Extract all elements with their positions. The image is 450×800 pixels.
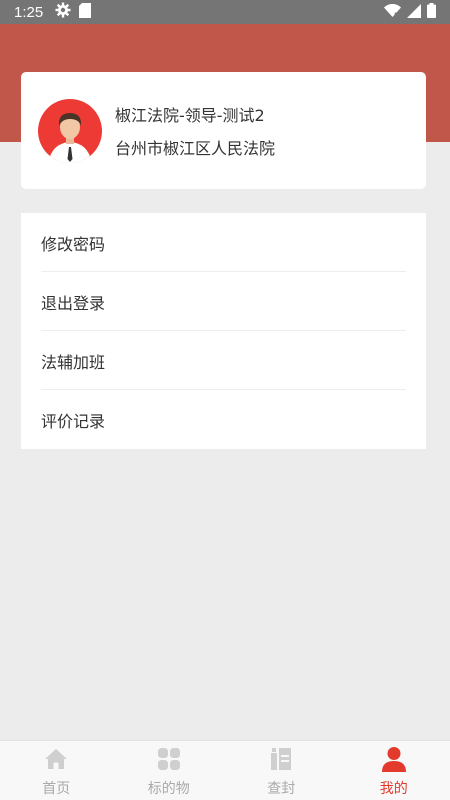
status-bar: 1:25 [0,0,450,24]
seal-icon [268,746,294,772]
profile-organization: 台州市椒江区人民法院 [115,139,276,158]
avatar [38,98,102,163]
person-avatar-icon [48,112,92,163]
gear-icon [55,2,71,22]
home-icon [43,746,69,772]
nav-label-home: 首页 [42,781,71,797]
nav-item-mine[interactable]: 我的 [338,741,450,800]
menu-item-evaluation-records[interactable]: 评价记录 [21,390,426,449]
nav-label-subject: 标的物 [147,781,190,797]
person-icon [381,746,407,772]
wifi-icon [384,3,401,22]
menu-item-logout[interactable]: 退出登录 [21,272,426,331]
sd-card-icon [79,2,92,22]
profile-name: 椒江法院-领导-测试2 [115,106,265,125]
nav-item-subject[interactable]: 标的物 [113,741,226,800]
bottom-nav: 首页 标的物 查封 我的 [0,740,450,800]
menu-item-overtime[interactable]: 法辅加班 [21,331,426,390]
nav-label-seal: 查封 [267,781,296,797]
status-time: 1:25 [14,3,44,21]
signal-icon [407,3,421,22]
menu-item-change-password[interactable]: 修改密码 [21,213,426,272]
nav-item-home[interactable]: 首页 [0,741,113,800]
profile-card: 椒江法院-领导-测试2 台州市椒江区人民法院 [21,72,426,189]
nav-label-mine: 我的 [379,781,408,797]
grid-icon [156,746,182,772]
battery-icon [427,2,436,22]
nav-item-seal[interactable]: 查封 [225,741,338,800]
menu-list: 修改密码 退出登录 法辅加班 评价记录 [21,213,426,449]
